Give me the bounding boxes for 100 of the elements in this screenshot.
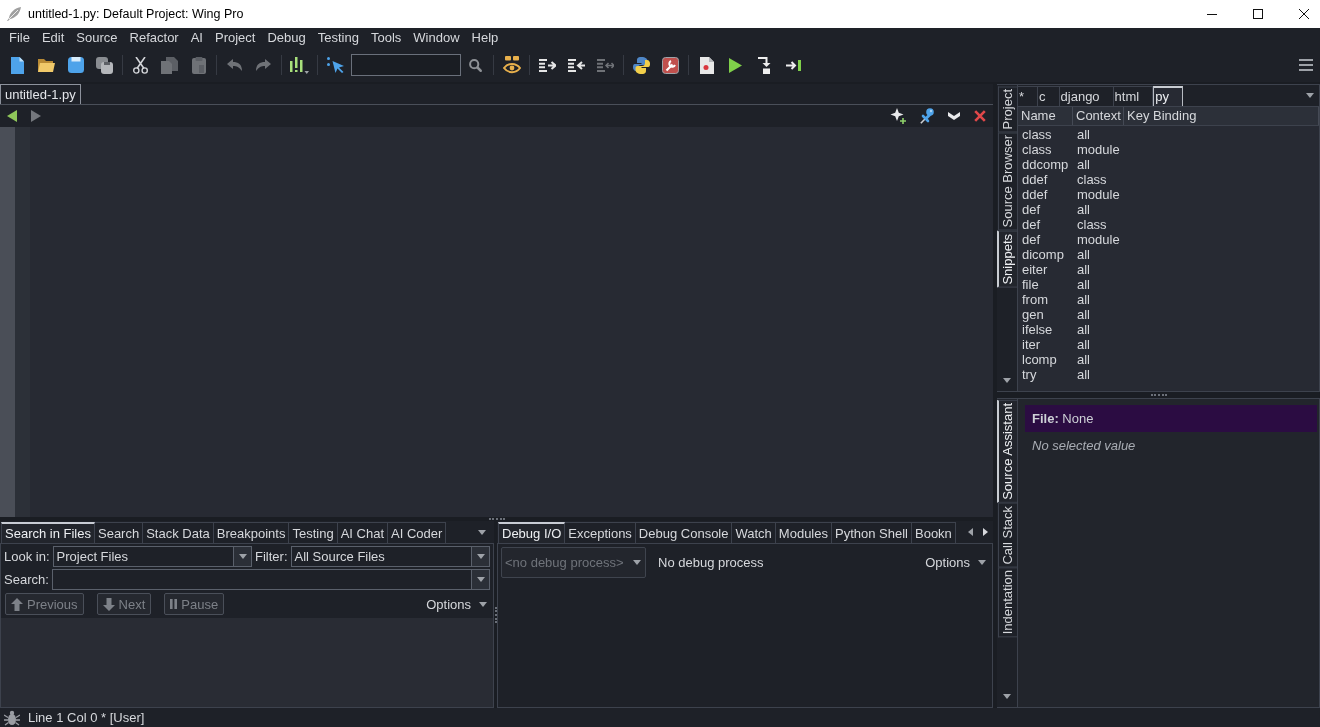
panel-tab[interactable]: Exceptions [565,522,636,543]
menu-item[interactable]: Testing [311,29,365,47]
panel-tab[interactable]: Bookn [912,522,956,543]
arrow-to-bar-icon[interactable] [786,59,801,71]
menu-item[interactable]: AI [184,29,209,47]
wrench-icon[interactable] [662,56,679,74]
menu-item[interactable]: Project [209,29,262,47]
filter-dropdown[interactable]: All Source Files [290,546,490,567]
eye-icon[interactable] [502,56,521,74]
filter-tab[interactable]: py [1153,86,1183,106]
panel-tab[interactable]: Breakpoints [213,522,290,543]
side-tab[interactable]: Project [998,86,1017,133]
folder-icon[interactable] [38,58,55,72]
panel-tab[interactable]: Stack Data [143,522,214,543]
sparkle-icon[interactable] [890,108,906,124]
menu-item[interactable]: Debug [261,29,312,47]
scissors-icon[interactable] [133,56,148,74]
table-cell-text: eiter [1021,262,1049,277]
table-cell-text: all [1076,322,1091,337]
new-file-icon[interactable] [11,56,24,74]
menu-item[interactable]: Edit [35,29,71,47]
table-cell-text: all [1076,337,1091,352]
indent-icon[interactable] [539,58,556,72]
pause-icon [170,599,178,609]
bug-icon [4,709,20,726]
maximize-icon[interactable] [1253,9,1263,19]
table-cell-text: class [1076,172,1108,187]
side-tab[interactable]: Source Assistant [997,400,1017,503]
search-field[interactable] [351,54,461,76]
table-cell-text: module [1076,232,1121,247]
save-all-icon[interactable] [96,56,113,74]
caret-icon[interactable] [479,601,487,607]
caret-icon[interactable] [1003,694,1011,699]
caret-icon[interactable] [978,559,986,565]
look-in-dropdown[interactable]: Project Files [52,546,253,567]
left-arrow-icon[interactable] [968,528,973,536]
menu-item[interactable]: Source [70,29,124,47]
options-button[interactable]: Options [922,552,989,572]
table-cell-text: lcomp [1021,352,1058,367]
panel-tab[interactable]: Modules [775,522,832,543]
side-tab[interactable]: Call Stack [998,502,1017,568]
panel-tab[interactable]: Search [95,522,144,543]
step-into-icon[interactable] [758,56,771,74]
filter-label: Filter: [255,549,288,564]
options-button[interactable]: Options [423,594,490,614]
filter-tab[interactable]: c [1038,86,1060,106]
filter-tab[interactable]: django [1059,86,1114,106]
panel-tab[interactable]: Debug I/O [498,522,566,543]
menu-item[interactable]: Window [407,29,466,47]
menu-item[interactable]: File [3,29,36,47]
search-icon[interactable] [469,58,482,72]
panel-tab[interactable]: Python Shell [832,522,912,543]
bars-icon[interactable] [290,56,309,74]
panel-tab[interactable]: AI Chat [337,522,388,543]
debug-status-text: No debug process [658,554,764,570]
close-icon[interactable] [1299,9,1309,19]
table-cell-text: all [1076,247,1091,262]
resize-grip[interactable] [494,606,497,623]
table-cell-text: def [1021,217,1042,232]
table-cell-text: class [1076,217,1108,232]
panel-tab[interactable]: Debug Console [635,522,733,543]
search-field[interactable] [51,569,490,590]
table-cell-text: ddef [1021,172,1049,187]
menu-item[interactable]: Refactor [123,29,185,47]
empty-message: No selected value [1031,437,1137,455]
outdent-icon[interactable] [568,58,585,72]
caret-icon[interactable] [478,529,486,535]
filter-tab[interactable]: * [1018,86,1039,106]
menu-item[interactable]: Help [465,29,505,47]
right-arrow-icon[interactable] [983,528,988,536]
pushpin-icon[interactable] [920,108,934,124]
column-header[interactable]: Context [1073,107,1124,125]
table-cell-text: file [1021,277,1040,292]
column-header[interactable]: Name [1018,107,1073,125]
side-tab[interactable]: Source Browser [998,132,1017,231]
caret-icon[interactable] [471,570,489,589]
caret-icon[interactable] [233,547,252,566]
play-icon[interactable] [729,57,742,73]
panel-tab[interactable]: Watch [732,522,776,543]
back-arrow-icon[interactable] [7,110,17,122]
column-header[interactable]: Key Binding [1124,107,1319,125]
side-tab[interactable]: Indentation [998,567,1017,638]
minimize-icon[interactable] [1207,13,1217,15]
table-cell-text: all [1076,127,1091,142]
chevron-down-icon[interactable] [948,112,960,120]
pointer-icon[interactable] [327,57,344,73]
side-tab[interactable]: Snippets [997,230,1017,288]
filter-tab[interactable]: html [1113,86,1154,106]
caret-icon[interactable] [471,547,489,566]
python-icon[interactable] [633,56,650,74]
save-icon[interactable] [67,57,84,73]
panel-tab[interactable]: Search in Files [1,522,95,543]
file-header: File: None [1025,405,1317,432]
panel-tab[interactable]: AI Coder [388,522,447,543]
caret-icon[interactable] [1003,378,1011,383]
menu-icon[interactable] [1299,59,1313,71]
editor-tab[interactable]: untitled-1.py [0,84,81,104]
menu-item[interactable]: Tools [365,29,408,47]
panel-tab[interactable]: Testing [289,522,338,543]
caret-icon[interactable] [1306,93,1314,98]
